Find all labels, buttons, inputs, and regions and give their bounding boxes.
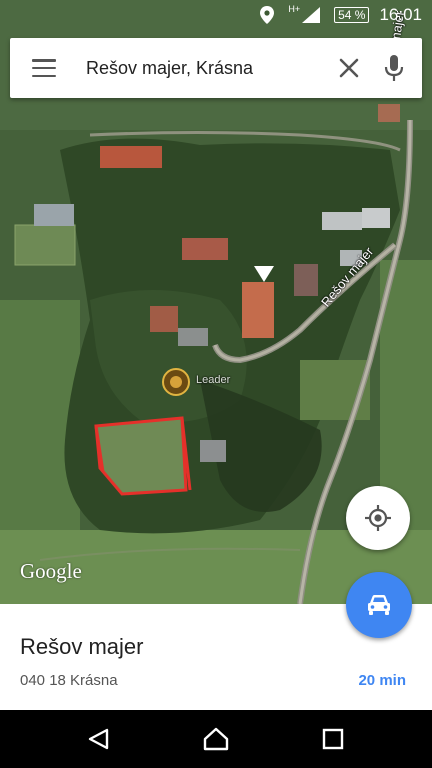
- recents-square-icon: [323, 728, 344, 750]
- system-navigation-bar: [0, 710, 432, 768]
- car-icon: [368, 595, 390, 615]
- network-type: H+: [288, 4, 301, 14]
- directions-button[interactable]: [346, 572, 412, 638]
- status-bar: H+ 54 % 16:01: [0, 0, 432, 30]
- place-address: 040 18 Krásna: [20, 672, 118, 689]
- close-icon[interactable]: [338, 57, 360, 79]
- nav-back-button[interactable]: [79, 719, 119, 759]
- nav-recents-button[interactable]: [313, 719, 353, 759]
- poi-label: Leader: [196, 374, 231, 386]
- location-pin-icon: [260, 6, 275, 24]
- nav-home-button[interactable]: [196, 719, 236, 759]
- home-circle-icon: [203, 727, 229, 751]
- my-location-icon: [365, 505, 391, 531]
- search-input[interactable]: Rešov majer, Krásna: [86, 58, 338, 79]
- google-attribution-logo: Google: [20, 559, 82, 583]
- travel-time: 20 min: [358, 672, 406, 689]
- search-bar[interactable]: Rešov majer, Krásna: [10, 38, 422, 98]
- signal-strength-icon: [302, 7, 321, 23]
- back-triangle-icon: [88, 728, 108, 750]
- my-location-button[interactable]: [346, 486, 410, 550]
- clock: 16:01: [379, 5, 422, 24]
- hamburger-icon[interactable]: [32, 59, 56, 77]
- place-title: Rešov majer: [20, 634, 144, 659]
- mic-icon[interactable]: [384, 55, 404, 81]
- battery-indicator: 54 %: [334, 7, 370, 23]
